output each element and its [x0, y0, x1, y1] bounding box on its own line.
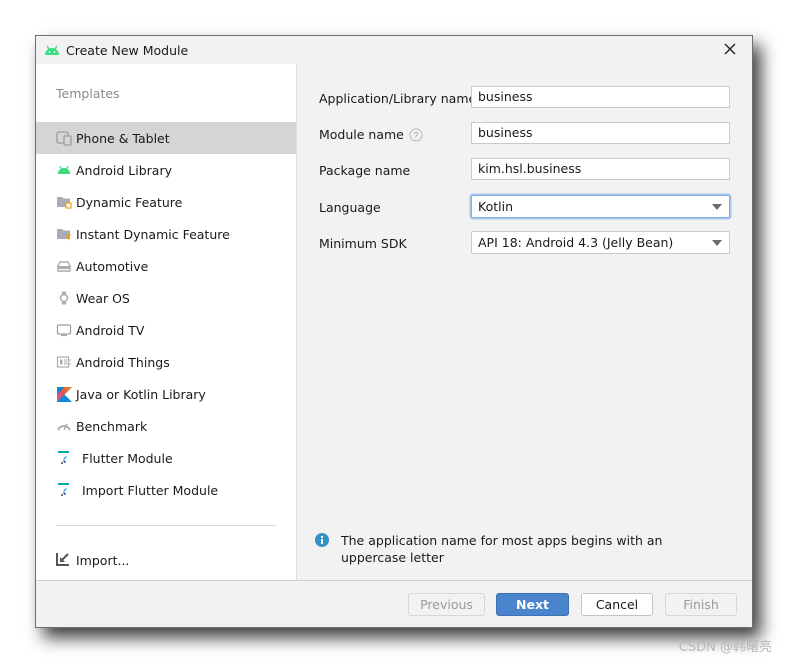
app-name-row: Application/Library name: [319, 86, 730, 110]
dynamic-feature-icon: [56, 194, 72, 210]
instant-dynamic-feature-icon: [56, 226, 72, 242]
info-text: The application name for most apps begin…: [341, 533, 663, 565]
template-label: Instant Dynamic Feature: [76, 226, 230, 242]
template-wear-os[interactable]: Wear OS: [36, 282, 296, 314]
next-button[interactable]: Next: [496, 593, 569, 616]
gauge-icon: [56, 418, 72, 434]
language-label: Language: [319, 200, 381, 215]
template-label: Flutter Module: [82, 450, 173, 466]
svg-text:?: ?: [413, 130, 418, 140]
sidebar-divider: [56, 525, 276, 526]
car-icon: [56, 258, 72, 274]
templates-heading: Templates: [56, 86, 120, 101]
title-bar: Create New Module: [36, 36, 752, 64]
template-android-library[interactable]: Android Library: [36, 154, 296, 186]
finish-button[interactable]: Finish: [665, 593, 737, 616]
template-label: Android Things: [76, 354, 170, 370]
watermark: CSDN @韩曙亮: [678, 640, 772, 655]
tv-icon: [56, 322, 72, 338]
template-list: Phone & Tablet Android Library Dynamic F…: [36, 122, 296, 506]
template-label: Automotive: [76, 258, 149, 274]
template-label: Phone & Tablet: [76, 130, 170, 146]
import-arrow-icon: [56, 552, 72, 568]
chevron-down-icon: [712, 204, 722, 210]
template-phone-tablet[interactable]: Phone & Tablet: [36, 122, 296, 154]
flutter-icon: [56, 450, 72, 466]
template-benchmark[interactable]: Benchmark: [36, 410, 296, 442]
min-sdk-value: API 18: Android 4.3 (Jelly Bean): [478, 235, 674, 250]
dialog-footer: Previous Next Cancel Finish: [36, 580, 752, 627]
create-new-module-dialog: Create New Module Templates Phone & Tabl…: [35, 35, 753, 628]
template-flutter-module[interactable]: Flutter Module: [36, 442, 296, 474]
template-import-flutter-module[interactable]: Import Flutter Module: [36, 474, 296, 506]
help-icon[interactable]: ?: [409, 128, 423, 142]
template-instant-dynamic-feature[interactable]: Instant Dynamic Feature: [36, 218, 296, 250]
dialog-title: Create New Module: [66, 43, 189, 58]
kotlin-icon: [56, 386, 72, 402]
chevron-down-icon: [712, 240, 722, 246]
package-name-input[interactable]: [471, 158, 730, 180]
import-label: Import...: [76, 552, 130, 568]
language-value: Kotlin: [478, 199, 513, 214]
cancel-button[interactable]: Cancel: [581, 593, 653, 616]
templates-sidebar: Templates Phone & Tablet Android Library…: [36, 64, 297, 580]
watch-icon: [56, 290, 72, 306]
info-icon: [315, 533, 329, 547]
template-java-kotlin-library[interactable]: Java or Kotlin Library: [36, 378, 296, 410]
module-name-label-group: Module name ?: [319, 127, 423, 142]
flutter-icon: [56, 482, 72, 498]
module-name-row: Module name ?: [319, 122, 730, 146]
template-label: Java or Kotlin Library: [76, 386, 206, 402]
close-icon[interactable]: [722, 41, 738, 57]
template-android-things[interactable]: Android Things: [36, 346, 296, 378]
template-label: Benchmark: [76, 418, 148, 434]
app-name-label: Application/Library name: [319, 91, 477, 106]
language-select[interactable]: Kotlin: [471, 195, 730, 218]
things-board-icon: [56, 354, 72, 370]
template-label: Android Library: [76, 162, 173, 178]
info-message: The application name for most apps begin…: [315, 532, 715, 566]
module-config-panel: Application/Library name Module name ? P…: [297, 64, 752, 580]
android-icon: [44, 44, 60, 59]
min-sdk-row: Minimum SDK API 18: Android 4.3 (Jelly B…: [319, 231, 730, 255]
min-sdk-select[interactable]: API 18: Android 4.3 (Jelly Bean): [471, 231, 730, 254]
template-automotive[interactable]: Automotive: [36, 250, 296, 282]
template-label: Wear OS: [76, 290, 130, 306]
package-name-label: Package name: [319, 163, 411, 178]
package-name-row: Package name: [319, 158, 730, 182]
min-sdk-label: Minimum SDK: [319, 236, 407, 251]
previous-button[interactable]: Previous: [408, 593, 485, 616]
template-label: Android TV: [76, 322, 145, 338]
template-label: Import Flutter Module: [82, 482, 219, 498]
template-android-tv[interactable]: Android TV: [36, 314, 296, 346]
phone-tablet-icon: [56, 130, 72, 146]
module-name-label: Module name: [319, 127, 404, 142]
app-name-input[interactable]: [471, 86, 730, 108]
android-icon: [56, 162, 72, 178]
language-row: Language Kotlin: [319, 195, 730, 219]
import-button[interactable]: Import...: [56, 552, 129, 568]
module-name-input[interactable]: [471, 122, 730, 144]
template-label: Dynamic Feature: [76, 194, 183, 210]
template-dynamic-feature[interactable]: Dynamic Feature: [36, 186, 296, 218]
